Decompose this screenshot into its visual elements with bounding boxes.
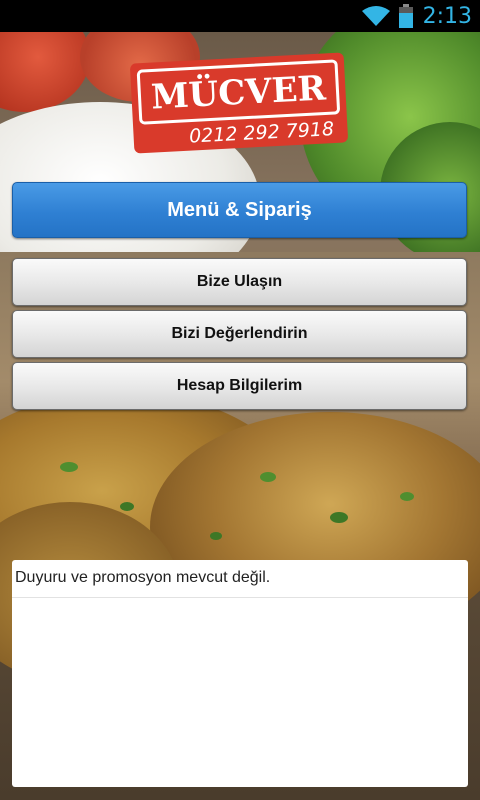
mucver-logo: MÜCVER 0212 292 7918: [130, 52, 348, 154]
contact-us-button[interactable]: Bize Ulaşın: [12, 258, 467, 306]
status-bar: 2:13: [0, 0, 480, 32]
battery-icon: [398, 4, 413, 28]
menu-order-label: Menü & Sipariş: [167, 198, 312, 221]
account-info-label: Hesap Bilgilerim: [176, 377, 303, 394]
announcements-panel: Duyuru ve promosyon mevcut değil.: [12, 560, 468, 787]
rate-us-label: Bizi Değerlendirin: [171, 325, 308, 342]
clock: 2:13: [422, 3, 472, 29]
wifi-icon: [361, 6, 390, 26]
account-info-button[interactable]: Hesap Bilgilerim: [12, 362, 467, 410]
contact-us-label: Bize Ulaşın: [196, 273, 283, 290]
announcements-empty-text: Duyuru ve promosyon mevcut değil.: [12, 560, 468, 598]
rate-us-button[interactable]: Bizi Değerlendirin: [12, 310, 467, 358]
menu-order-button[interactable]: Menü & Sipariş: [12, 182, 467, 238]
